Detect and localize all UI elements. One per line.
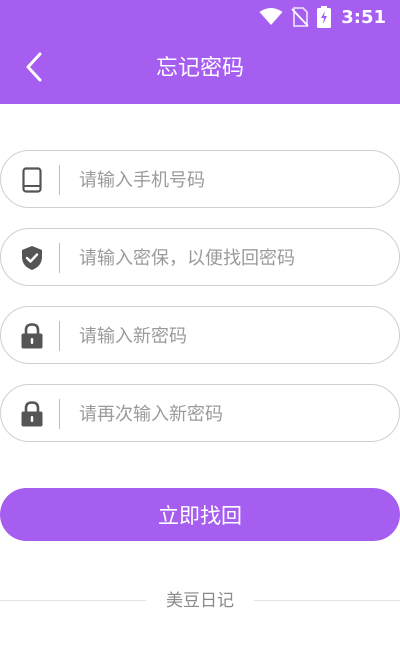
new-password-input[interactable] <box>79 321 379 351</box>
status-icons: 3:51 <box>259 6 386 28</box>
field-divider <box>59 321 60 351</box>
status-time: 3:51 <box>341 6 386 28</box>
phone-input[interactable] <box>79 165 379 195</box>
new-password-field[interactable] <box>0 306 400 364</box>
confirm-password-input[interactable] <box>79 399 379 429</box>
footer-app-name: 美豆日记 <box>166 591 234 611</box>
status-bar: 3:51 <box>0 0 400 34</box>
security-input[interactable] <box>79 243 379 273</box>
field-divider <box>59 243 60 273</box>
phone-icon <box>19 166 45 194</box>
field-divider <box>59 165 60 195</box>
page-title: 忘记密码 <box>155 56 244 81</box>
security-field[interactable] <box>0 228 400 286</box>
lock-icon <box>19 322 45 350</box>
shield-check-icon <box>19 244 45 272</box>
wifi-icon <box>259 8 283 26</box>
confirm-password-field[interactable] <box>0 384 400 442</box>
field-divider <box>59 399 60 429</box>
no-sim-icon <box>291 7 309 27</box>
app-bar: 忘记密码 <box>0 34 400 104</box>
battery-charging-icon <box>317 6 332 28</box>
lock-icon <box>19 400 45 428</box>
recover-password-button[interactable]: 立即找回 <box>0 488 400 541</box>
phone-field[interactable] <box>0 150 400 208</box>
